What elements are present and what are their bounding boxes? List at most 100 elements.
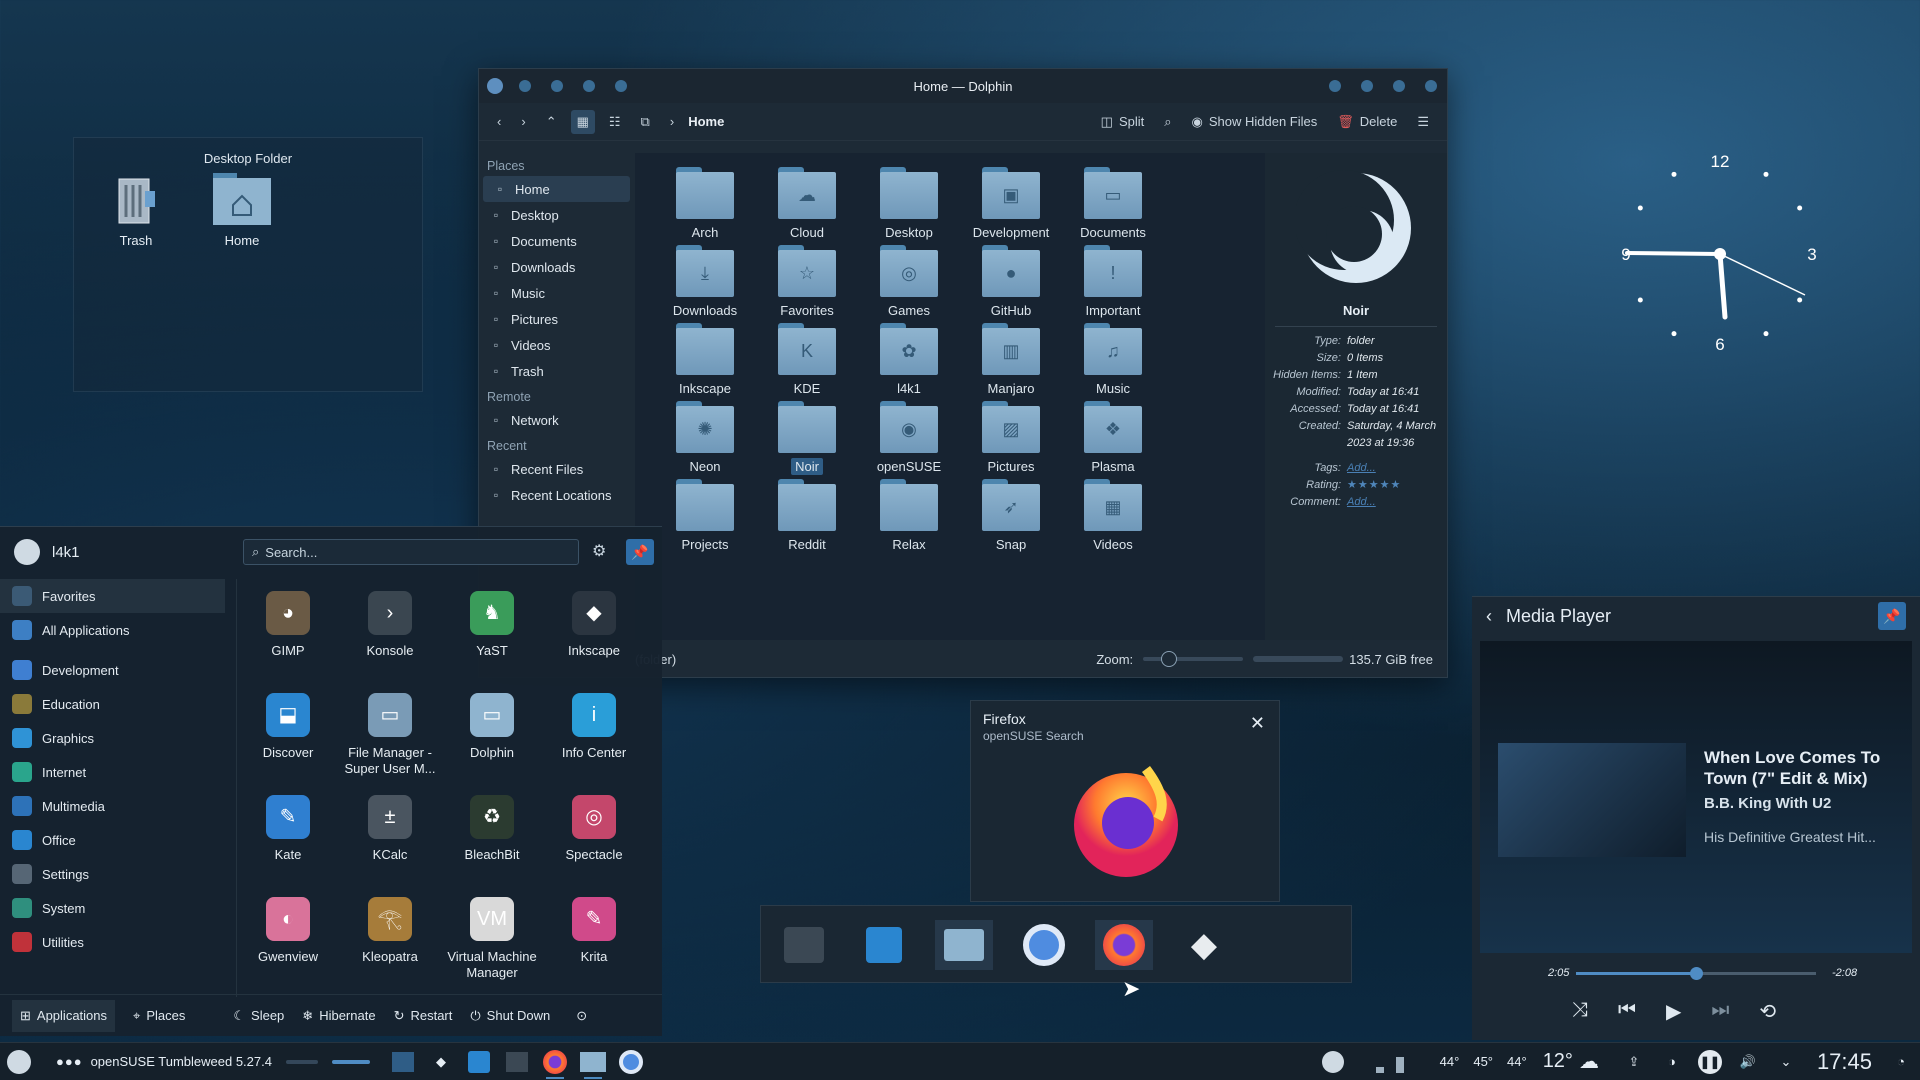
category-internet[interactable]: Internet xyxy=(0,755,235,789)
pin-icon[interactable]: 📌 xyxy=(1878,602,1906,630)
split-button[interactable]: ◫ Split xyxy=(1095,110,1151,134)
taskbar-desktop-icon[interactable] xyxy=(384,1043,422,1080)
app-virtual-machine-manager[interactable]: VM Virtual Machine Manager xyxy=(442,897,542,981)
folder-favorites[interactable]: ☆ Favorites xyxy=(759,245,855,318)
compact-view-icon[interactable]: ☷ xyxy=(603,110,627,134)
window-button[interactable] xyxy=(519,80,531,92)
dock-discover[interactable] xyxy=(855,920,913,970)
play-icon[interactable]: ▶ xyxy=(1666,999,1681,1024)
dock-chromium[interactable] xyxy=(1015,920,1073,970)
category-utilities[interactable]: Utilities xyxy=(0,925,235,959)
forward-icon[interactable]: › xyxy=(515,110,531,133)
hamburger-menu-icon[interactable]: ☰ xyxy=(1411,110,1435,134)
breadcrumb[interactable]: Home xyxy=(688,114,724,129)
folder-manjaro[interactable]: ▥ Manjaro xyxy=(963,323,1059,396)
pause-icon[interactable]: ❚❚ xyxy=(1691,1043,1729,1080)
app-yast[interactable]: ♞ YaST xyxy=(442,591,542,659)
dock-settings[interactable] xyxy=(775,920,833,970)
folder-arch[interactable]: Arch xyxy=(657,167,753,240)
desktop-item-home[interactable]: Home xyxy=(202,173,282,248)
folder-relax[interactable]: Relax xyxy=(861,479,957,552)
folder-important[interactable]: ! Important xyxy=(1065,245,1161,318)
dock-dolphin[interactable] xyxy=(935,920,993,970)
show-hidden-files-button[interactable]: ◉ Show Hidden Files xyxy=(1186,110,1324,134)
user-avatar[interactable] xyxy=(14,539,40,565)
taskbar-settings-icon[interactable] xyxy=(498,1043,536,1080)
task-label[interactable]: openSUSE Tumbleweed 5.27.4 xyxy=(91,1054,272,1069)
app-spectacle[interactable]: ◎ Spectacle xyxy=(544,795,644,863)
app-inkscape[interactable]: ◆ Inkscape xyxy=(544,591,644,659)
pin-icon[interactable]: 📌 xyxy=(626,539,654,565)
taskbar-discover-icon[interactable] xyxy=(460,1043,498,1080)
category-education[interactable]: Education xyxy=(0,687,235,721)
app-dolphin[interactable]: ▭ Dolphin xyxy=(442,693,542,761)
folder-development[interactable]: ▣ Development xyxy=(963,167,1059,240)
places-item-home[interactable]: ▫ Home xyxy=(483,176,630,202)
category-all-applications[interactable]: All Applications xyxy=(0,613,235,647)
up-icon[interactable]: ⌃ xyxy=(540,110,563,134)
shutdown-button[interactable]: ⏻ Shut Down xyxy=(470,1008,550,1024)
taskbar-clock[interactable]: 17:45 xyxy=(1817,1049,1872,1075)
app-krita[interactable]: ✎ Krita xyxy=(544,897,644,965)
zoom-slider[interactable] xyxy=(1143,651,1244,667)
update-icon[interactable]: ⇪ xyxy=(1615,1043,1653,1080)
app-kleopatra[interactable]: 𓂀 Kleopatra xyxy=(340,897,440,965)
folder-opensuse[interactable]: ◉ openSUSE xyxy=(861,401,957,474)
folder-github[interactable]: ● GitHub xyxy=(963,245,1059,318)
places-item-documents[interactable]: ▫ Documents xyxy=(479,228,634,254)
window-button[interactable] xyxy=(1361,80,1373,92)
category-favorites[interactable]: Favorites xyxy=(0,579,225,613)
pager-dots-icon[interactable]: ●●● xyxy=(56,1054,83,1069)
cloud-icon[interactable]: ☁ xyxy=(1579,1049,1599,1074)
window-button[interactable] xyxy=(1329,80,1341,92)
category-settings[interactable]: Settings xyxy=(0,857,235,891)
folder-games[interactable]: ◎ Games xyxy=(861,245,957,318)
folder-plasma[interactable]: ❖ Plasma xyxy=(1065,401,1161,474)
category-office[interactable]: Office xyxy=(0,823,235,857)
applications-tab[interactable]: ⊞ Applications xyxy=(12,999,116,1032)
comment-add-link[interactable]: Add... xyxy=(1347,494,1447,511)
search-icon[interactable]: ⌕ xyxy=(1158,110,1177,134)
folder-neon[interactable]: ✺ Neon xyxy=(657,401,753,474)
folder-pictures[interactable]: ▨ Pictures xyxy=(963,401,1059,474)
category-multimedia[interactable]: Multimedia xyxy=(0,789,235,823)
app-konsole[interactable]: › Konsole xyxy=(340,591,440,659)
display-icon[interactable]: ◑ xyxy=(1653,1043,1691,1080)
repeat-icon[interactable]: ⟲ xyxy=(1759,999,1776,1024)
launcher-icon[interactable] xyxy=(0,1043,38,1080)
folder-noir[interactable]: Noir xyxy=(759,401,855,475)
back-icon[interactable]: ‹ xyxy=(491,110,507,133)
folder-videos[interactable]: ▦ Videos xyxy=(1065,479,1161,552)
taskbar-firefox-icon[interactable] xyxy=(536,1043,574,1080)
show-desktop-icon[interactable]: ◔ xyxy=(1882,1043,1920,1080)
folder-cloud[interactable]: ☁ Cloud xyxy=(759,167,855,240)
app-kate[interactable]: ✎ Kate xyxy=(238,795,338,863)
folder-documents[interactable]: ▭ Documents xyxy=(1065,167,1161,240)
places-item-pictures[interactable]: ▫ Pictures xyxy=(479,306,634,332)
folder-projects[interactable]: Projects xyxy=(657,479,753,552)
seek-slider[interactable] xyxy=(1576,967,1816,980)
category-graphics[interactable]: Graphics xyxy=(0,721,235,755)
app-logo-icon[interactable] xyxy=(1314,1043,1352,1080)
delete-button[interactable]: 🗑 Delete xyxy=(1331,110,1403,134)
places-item-recent-locations[interactable]: ▫ Recent Locations xyxy=(479,482,634,508)
rating-stars[interactable]: ★★★★★ xyxy=(1347,477,1447,494)
places-item-trash[interactable]: ▫ Trash xyxy=(479,358,634,384)
app-menu-icon[interactable] xyxy=(487,78,503,94)
hibernate-button[interactable]: ❄ Hibernate xyxy=(302,1008,375,1024)
window-button[interactable] xyxy=(551,80,563,92)
window-button[interactable] xyxy=(615,80,627,92)
previous-icon[interactable]: ⏮ xyxy=(1618,999,1636,1024)
configure-icon[interactable]: ⚙ xyxy=(592,541,606,561)
folder-reddit[interactable]: Reddit xyxy=(759,479,855,552)
restart-button[interactable]: ↻ Restart xyxy=(394,1008,453,1024)
taskbar-dolphin-icon[interactable] xyxy=(574,1043,612,1080)
category-system[interactable]: System xyxy=(0,891,235,925)
folder-music[interactable]: ♫ Music xyxy=(1065,323,1161,396)
places-item-music[interactable]: ▫ Music xyxy=(479,280,634,306)
details-view-icon[interactable]: ⧉ xyxy=(635,110,656,134)
app-discover[interactable]: ⬓ Discover xyxy=(238,693,338,761)
places-item-downloads[interactable]: ▫ Downloads xyxy=(479,254,634,280)
window-titlebar[interactable]: Home — Dolphin xyxy=(479,69,1447,103)
tags-add-link[interactable]: Add... xyxy=(1347,460,1447,477)
